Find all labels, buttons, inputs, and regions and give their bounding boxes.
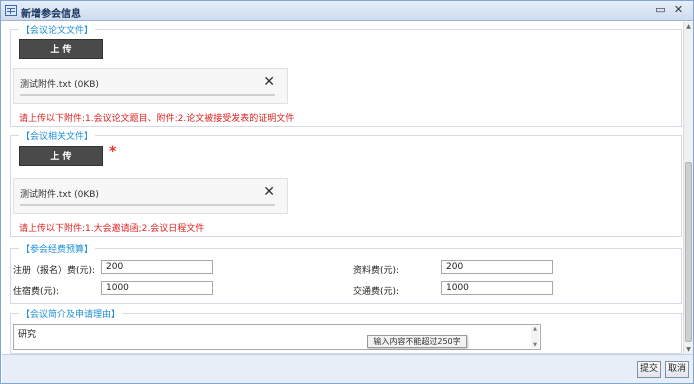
form-window-icon — [5, 5, 17, 16]
minimize-icon[interactable]: ▭ — [654, 4, 667, 17]
scroll-down-icon[interactable]: ▼ — [531, 342, 539, 348]
transport-fee-label: 交通费(元): — [353, 287, 400, 297]
form-content: 【会议论文文件】 上 传 测试附件.txt (0KB) ✕ 请上传以下附件:1.… — [2, 22, 682, 354]
upload-button[interactable]: 上 传 — [19, 39, 103, 59]
registration-fee-input[interactable]: 200 — [101, 260, 213, 274]
transport-fee-input[interactable]: 1000 — [441, 281, 553, 295]
scroll-up-icon[interactable]: ▲ — [531, 326, 539, 332]
materials-fee-input[interactable]: 200 — [441, 260, 553, 274]
required-mark: * — [109, 144, 117, 160]
file-name: 测试附件.txt (0KB) — [20, 80, 99, 90]
cancel-button[interactable]: 取消 — [665, 361, 689, 378]
section-related-files: 【会议相关文件】 上 传 * 测试附件.txt (0KB) ✕ 请上传以下附件:… — [10, 129, 682, 237]
close-icon[interactable]: ✕ — [672, 4, 685, 17]
submit-button[interactable]: 提交 — [637, 361, 661, 378]
section-legend: 【参会经费预算】 — [19, 242, 96, 255]
content-scrollbar[interactable]: ▲ ▼ — [683, 22, 693, 354]
delete-file-icon[interactable]: ✕ — [263, 74, 275, 90]
section-legend: 【会议相关文件】 — [19, 129, 96, 142]
title-bar[interactable]: 新增参会信息 ▭ ✕ — [1, 1, 693, 21]
delete-file-icon[interactable]: ✕ — [263, 184, 275, 200]
upload-hint: 请上传以下附件:1.会议论文题目、附件:2.论文被接受发表的证明文件 — [19, 114, 295, 124]
textarea-scrollbar[interactable]: ▲ ▼ — [531, 326, 539, 348]
file-name: 测试附件.txt (0KB) — [20, 190, 99, 200]
lodging-fee-label: 住宿费(元): — [13, 287, 60, 297]
upload-progress-bar — [20, 204, 275, 206]
intro-text: 研究 — [18, 330, 37, 340]
dialog-window: 新增参会信息 ▭ ✕ 【会议论文文件】 上 传 测试附件.txt (0KB) ✕… — [0, 0, 694, 384]
section-paper-files: 【会议论文文件】 上 传 测试附件.txt (0KB) ✕ 请上传以下附件:1.… — [10, 23, 682, 127]
scroll-up-icon[interactable]: ▲ — [684, 22, 693, 31]
materials-fee-label: 资料费(元): — [353, 266, 400, 276]
registration-fee-label: 注册（报名）费(元): — [13, 266, 96, 276]
uploaded-file-item: 测试附件.txt (0KB) ✕ — [13, 178, 288, 214]
length-limit-tooltip: 输入内容不能超过250字 — [367, 335, 467, 348]
upload-button[interactable]: 上 传 — [19, 146, 103, 166]
lodging-fee-input[interactable]: 1000 — [101, 281, 213, 295]
section-legend: 【会议简介及申请理由】 — [19, 307, 123, 320]
upload-progress-bar — [20, 94, 275, 96]
upload-hint: 请上传以下附件:1.大会邀请函;2.会议日程文件 — [19, 224, 205, 234]
section-intro: 【会议简介及申请理由】 研究 ▲ ▼ — [10, 307, 682, 354]
window-title: 新增参会信息 — [21, 9, 81, 20]
section-legend: 【会议论文文件】 — [19, 23, 96, 36]
scrollbar-thumb[interactable] — [685, 162, 692, 342]
scroll-down-icon[interactable]: ▼ — [684, 345, 693, 354]
section-budget: 【参会经费预算】 注册（报名）费(元): 200 资料费(元): 200 住宿费… — [10, 242, 682, 304]
dialog-footer: 提交 取消 — [2, 354, 693, 383]
uploaded-file-item: 测试附件.txt (0KB) ✕ — [13, 68, 288, 104]
